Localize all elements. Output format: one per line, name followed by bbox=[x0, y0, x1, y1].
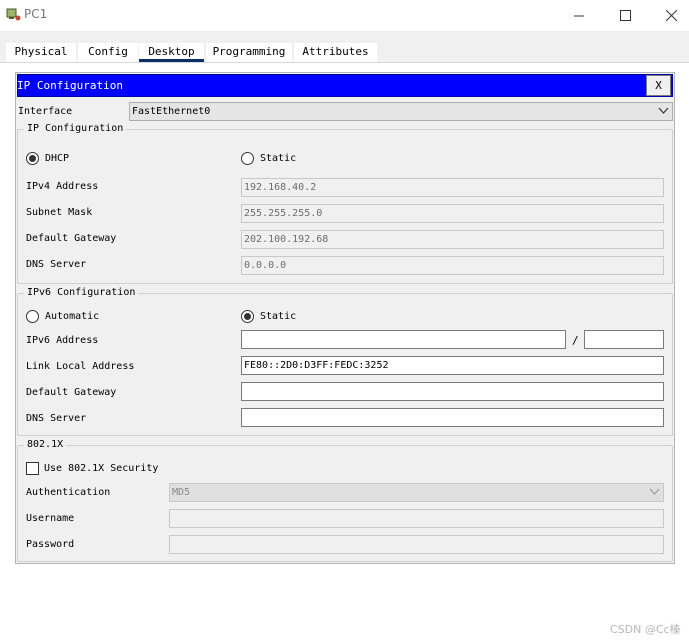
username-field[interactable] bbox=[169, 509, 664, 528]
password-label: Password bbox=[26, 539, 75, 550]
watermark-text: CSDN @Cc榛 bbox=[610, 623, 681, 636]
ipv6-static-radio[interactable] bbox=[241, 310, 254, 323]
dhcp-radio[interactable] bbox=[26, 152, 39, 165]
ipv4-group-title: IP Configuration bbox=[24, 123, 127, 134]
prefix-separator: / bbox=[572, 334, 579, 347]
authentication-label: Authentication bbox=[26, 487, 111, 498]
tab-attributes[interactable]: Attributes bbox=[294, 43, 377, 62]
ipv6-gateway-field[interactable] bbox=[241, 382, 664, 401]
subnet-mask-field[interactable]: 255.255.255.0 bbox=[241, 204, 664, 223]
ipv6-dns-field[interactable] bbox=[241, 408, 664, 427]
ipv6-static-label: Static bbox=[260, 311, 297, 322]
ipv6-address-field[interactable] bbox=[241, 330, 566, 349]
window-title: PC1 bbox=[24, 7, 48, 21]
use-8021x-checkbox[interactable] bbox=[26, 462, 39, 475]
link-local-label: Link Local Address bbox=[26, 361, 135, 372]
password-field[interactable] bbox=[169, 535, 664, 554]
authentication-select-value: MD5 bbox=[172, 487, 191, 498]
ipv6-automatic-label: Automatic bbox=[45, 311, 100, 322]
ipv4-gateway-field[interactable]: 202.100.192.68 bbox=[241, 230, 664, 249]
dialog-close-button[interactable]: X bbox=[646, 75, 671, 96]
tab-physical[interactable]: Physical bbox=[6, 43, 76, 62]
subnet-mask-label: Subnet Mask bbox=[26, 207, 93, 218]
dot1x-group-title: 802.1X bbox=[24, 439, 67, 450]
use-8021x-label: Use 802.1X Security bbox=[44, 463, 159, 474]
ipv6-address-label: IPv6 Address bbox=[26, 335, 99, 346]
chevron-down-icon bbox=[649, 488, 660, 495]
ipv4-gateway-label: Default Gateway bbox=[26, 233, 117, 244]
ipv6-automatic-radio[interactable] bbox=[26, 310, 39, 323]
username-label: Username bbox=[26, 513, 75, 524]
dhcp-label: DHCP bbox=[45, 153, 70, 164]
tab-bar: Physical Config Desktop Programming Attr… bbox=[0, 31, 689, 62]
minimize-icon bbox=[573, 15, 584, 17]
ipv4-dns-label: DNS Server bbox=[26, 259, 87, 270]
close-icon bbox=[665, 10, 677, 21]
ipv4-dns-field[interactable]: 0.0.0.0 bbox=[241, 256, 664, 275]
dialog-title: IP Configuration bbox=[17, 79, 123, 92]
maximize-icon bbox=[619, 10, 631, 21]
ipv6-group-title: IPv6 Configuration bbox=[24, 287, 139, 298]
ipv4-address-field[interactable]: 192.168.40.2 bbox=[241, 178, 664, 197]
ipv6-prefix-field[interactable] bbox=[584, 330, 664, 349]
minimize-button[interactable] bbox=[556, 0, 602, 31]
pc-app-icon bbox=[6, 8, 21, 21]
ipv4-address-label: IPv4 Address bbox=[26, 181, 99, 192]
tab-config[interactable]: Config bbox=[78, 43, 138, 62]
window-titlebar: PC1 bbox=[0, 0, 689, 31]
close-window-button[interactable] bbox=[648, 0, 689, 31]
interface-select-value: FastEthernet0 bbox=[132, 106, 211, 117]
ipv6-dns-label: DNS Server bbox=[26, 413, 87, 424]
ipv4-static-label: Static bbox=[260, 153, 297, 164]
ipv4-static-radio[interactable] bbox=[241, 152, 254, 165]
ipv6-gateway-label: Default Gateway bbox=[26, 387, 117, 398]
tab-desktop[interactable]: Desktop bbox=[139, 43, 204, 62]
authentication-select[interactable]: MD5 bbox=[169, 483, 664, 502]
interface-select[interactable]: FastEthernet0 bbox=[129, 102, 673, 121]
interface-label: Interface bbox=[18, 106, 73, 117]
chevron-down-icon bbox=[658, 107, 669, 114]
maximize-button[interactable] bbox=[602, 0, 648, 31]
tab-programming[interactable]: Programming bbox=[206, 43, 292, 62]
link-local-field[interactable]: FE80::2D0:D3FF:FEDC:3252 bbox=[241, 356, 664, 375]
